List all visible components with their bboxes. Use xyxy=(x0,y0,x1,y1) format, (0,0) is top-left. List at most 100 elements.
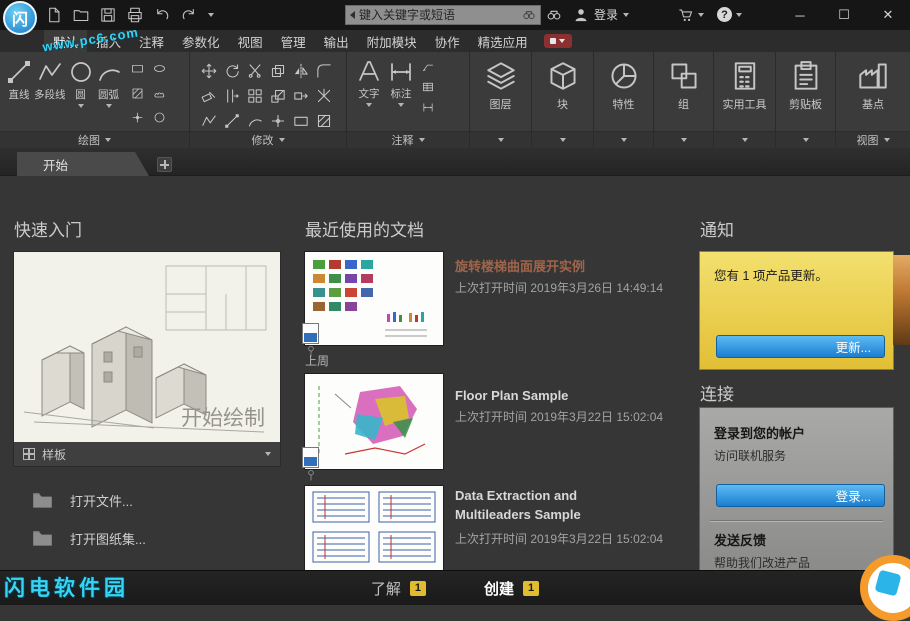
tab-collaborate[interactable]: 协作 xyxy=(426,30,469,52)
copy-icon[interactable] xyxy=(270,63,286,79)
qat-dropdown-icon[interactable] xyxy=(208,13,214,17)
tool-circle[interactable]: 圆 xyxy=(68,59,94,131)
undo-icon[interactable] xyxy=(154,7,170,23)
feedback-title[interactable]: 发送反馈 xyxy=(700,522,893,549)
ellipse-icon[interactable] xyxy=(153,62,166,75)
revision-cloud-icon[interactable] xyxy=(153,87,166,100)
tool-insert-block[interactable]: 块 xyxy=(532,52,593,131)
signin-menu[interactable]: 登录 xyxy=(569,4,633,25)
search-dropdown-icon[interactable] xyxy=(350,11,355,19)
tool-group[interactable]: 组 xyxy=(654,52,713,131)
properties-panel-dropdown[interactable] xyxy=(594,131,653,148)
help-menu[interactable]: ? xyxy=(717,7,742,22)
open-file-icon[interactable] xyxy=(73,7,89,23)
recent-doc-thumbnail[interactable] xyxy=(305,252,443,345)
layers-panel-dropdown[interactable] xyxy=(470,131,531,148)
rectangle-icon[interactable] xyxy=(131,62,144,75)
tool-base[interactable]: 基点 xyxy=(836,52,910,131)
binoculars-icon[interactable] xyxy=(546,7,562,23)
update-button[interactable]: 更新... xyxy=(716,335,885,358)
new-drawing-tab-button[interactable] xyxy=(157,157,172,172)
annotate-panel-dropdown[interactable]: 注释 xyxy=(347,131,469,148)
tool-dimension[interactable]: 标注 xyxy=(388,58,414,131)
blend-icon[interactable] xyxy=(316,113,332,129)
donut-icon[interactable] xyxy=(153,111,166,124)
dim-style-icon[interactable] xyxy=(422,101,434,113)
recent-doc-title[interactable]: Data Extraction and Multileaders Sample xyxy=(455,486,655,524)
hatch-icon[interactable] xyxy=(131,87,144,100)
tool-text[interactable]: 文字 xyxy=(356,58,382,131)
recent-doc-thumbnail[interactable] xyxy=(305,374,443,469)
tool-arc[interactable]: 圆弧 xyxy=(96,59,122,131)
notification-card: 您有 1 项产品更新。 更新... xyxy=(700,252,893,369)
tool-polyline[interactable]: 多段线 xyxy=(34,59,66,131)
tab-output[interactable]: 输出 xyxy=(315,30,358,52)
start-drawing-card[interactable]: 开始绘制 样板 xyxy=(14,252,280,466)
dimension-caret-icon xyxy=(398,103,404,107)
offset-icon[interactable] xyxy=(224,88,240,104)
divide-icon[interactable] xyxy=(270,113,286,129)
signin-caret-icon xyxy=(623,13,629,17)
recent-doc-title[interactable]: Floor Plan Sample xyxy=(455,386,670,405)
tab-addins[interactable]: 附加模块 xyxy=(358,30,426,52)
array-icon[interactable] xyxy=(247,88,263,104)
file-tab-start[interactable]: 开始 xyxy=(17,152,149,176)
maximize-button[interactable]: ☐ xyxy=(822,0,866,30)
utilities-panel-dropdown[interactable] xyxy=(714,131,775,148)
featured-apps-extra-button[interactable] xyxy=(544,34,572,48)
save-icon[interactable] xyxy=(100,7,116,23)
point-icon[interactable] xyxy=(131,111,144,124)
create-view-button[interactable]: 创建 1 xyxy=(484,578,539,599)
tab-parametric[interactable]: 参数化 xyxy=(173,30,229,52)
pin-icon[interactable] xyxy=(305,469,317,481)
leader-icon[interactable] xyxy=(422,61,434,73)
move-icon[interactable] xyxy=(201,63,217,79)
modify-panel-dropdown[interactable]: 修改 xyxy=(190,131,346,148)
recent-doc-thumbnail[interactable] xyxy=(305,486,443,570)
edit-polyline-icon[interactable] xyxy=(201,113,217,129)
erase-icon[interactable] xyxy=(201,88,217,104)
break-icon[interactable] xyxy=(247,113,263,129)
join-icon[interactable] xyxy=(293,113,309,129)
tool-utilities[interactable]: 实用工具 xyxy=(714,52,775,131)
tab-featured-apps[interactable]: 精选应用 xyxy=(469,30,537,52)
window-controls: ─ ☐ ✕ xyxy=(778,0,910,30)
explode-icon[interactable] xyxy=(316,88,332,104)
tool-paste[interactable]: 剪贴板 xyxy=(776,52,835,131)
tool-line[interactable]: 直线 xyxy=(6,59,32,131)
tab-manage[interactable]: 管理 xyxy=(272,30,315,52)
minimize-button[interactable]: ─ xyxy=(778,0,822,30)
scale-icon[interactable] xyxy=(270,88,286,104)
search-input[interactable] xyxy=(359,8,522,22)
close-button[interactable]: ✕ xyxy=(866,0,910,30)
app-store-button[interactable] xyxy=(678,7,704,23)
clipboard-panel-dropdown[interactable] xyxy=(776,131,835,148)
rotate-icon[interactable] xyxy=(224,63,240,79)
groups-panel-dropdown[interactable] xyxy=(654,131,713,148)
base-icon xyxy=(858,61,888,91)
stretch-icon[interactable] xyxy=(293,88,309,104)
open-sheet-set-link[interactable]: 打开图纸集... xyxy=(30,527,146,549)
block-panel-dropdown[interactable] xyxy=(532,131,593,148)
polyline-icon xyxy=(37,59,63,85)
fillet-icon[interactable] xyxy=(316,63,332,79)
search-icon[interactable] xyxy=(522,8,536,22)
learn-view-button[interactable]: 了解 1 xyxy=(371,578,426,599)
mirror-icon[interactable] xyxy=(293,63,309,79)
new-file-icon[interactable] xyxy=(46,7,62,23)
templates-dropdown[interactable]: 样板 xyxy=(14,442,280,466)
tool-layer-properties[interactable]: 图层 xyxy=(470,52,531,131)
tab-view[interactable]: 视图 xyxy=(229,30,272,52)
plot-icon[interactable] xyxy=(127,7,143,23)
open-files-link[interactable]: 打开文件... xyxy=(30,489,133,511)
view-panel-dropdown[interactable]: 视图 xyxy=(836,131,910,148)
learn-badge: 1 xyxy=(410,581,426,596)
redo-icon[interactable] xyxy=(181,7,197,23)
signin-button[interactable]: 登录... xyxy=(716,484,885,507)
lengthen-icon[interactable] xyxy=(224,113,240,129)
trim-icon[interactable] xyxy=(247,63,263,79)
tool-properties[interactable]: 特性 xyxy=(594,52,653,131)
recent-doc-title[interactable]: 旋转楼梯曲面展开实例 xyxy=(455,257,670,276)
table-icon[interactable] xyxy=(422,81,434,93)
draw-panel-dropdown[interactable]: 绘图 xyxy=(0,131,189,148)
